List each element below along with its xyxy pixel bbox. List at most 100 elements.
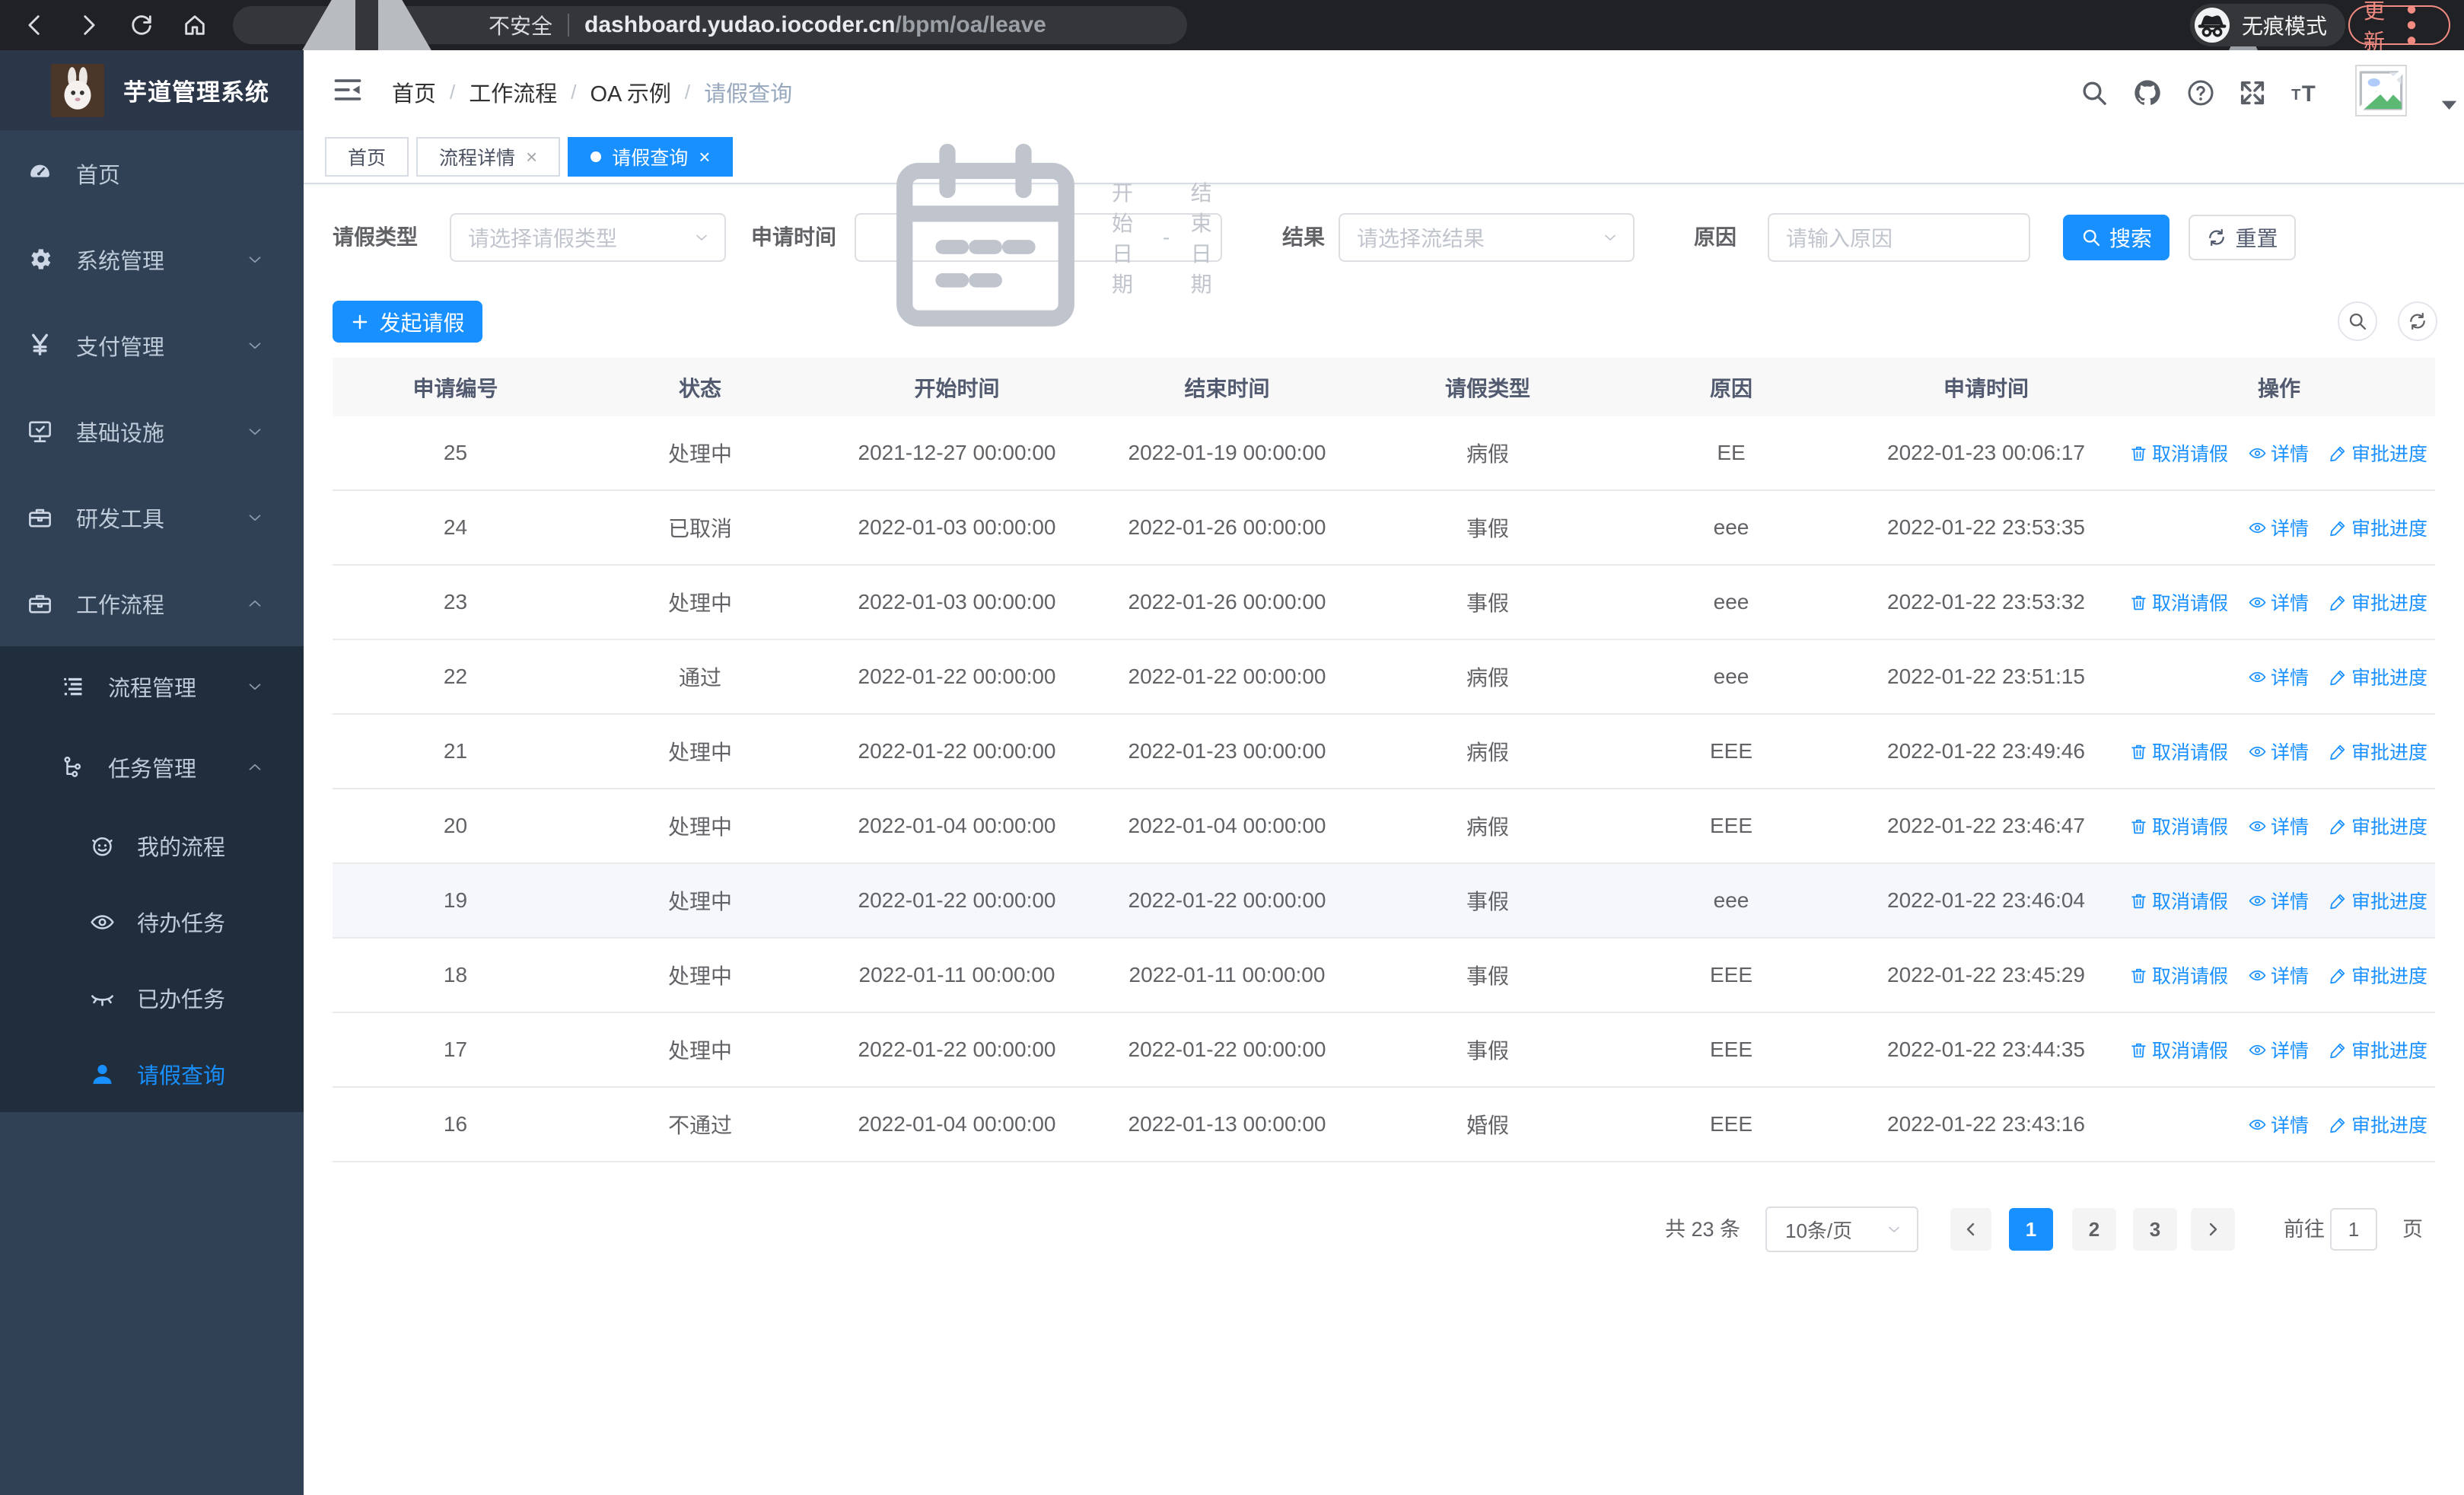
detail-link[interactable]: 详情 bbox=[2248, 1036, 2309, 1063]
table-header-row: 申请编号 状态 开始时间 结束时间 请假类型 原因 申请时间 操作 bbox=[333, 358, 2435, 416]
search-button[interactable]: 搜索 bbox=[2063, 215, 2170, 260]
detail-link[interactable]: 详情 bbox=[2248, 514, 2309, 541]
detail-link[interactable]: 详情 bbox=[2248, 439, 2309, 467]
tab-close-icon[interactable]: × bbox=[699, 147, 710, 167]
approval-progress-link[interactable]: 审批进度 bbox=[2329, 439, 2427, 467]
detail-link[interactable]: 详情 bbox=[2248, 588, 2309, 616]
cancel-leave-link[interactable]: 取消请假 bbox=[2129, 439, 2228, 467]
toggle-search-button[interactable] bbox=[2338, 301, 2377, 341]
result-select[interactable]: 请选择流结果 bbox=[1339, 213, 1635, 262]
back-icon[interactable] bbox=[17, 7, 53, 43]
incognito-icon bbox=[2195, 8, 2230, 43]
cell-start-time: 2021-12-27 00:00:00 bbox=[858, 441, 1056, 464]
reset-button[interactable]: 重置 bbox=[2189, 215, 2296, 260]
browser-menu-dots-icon[interactable] bbox=[2385, 0, 2438, 52]
sidebar-item-支付管理[interactable]: 支付管理 bbox=[0, 302, 304, 388]
detail-link[interactable]: 详情 bbox=[2248, 961, 2309, 989]
leave-type-select[interactable]: 请选择请假类型 bbox=[450, 213, 726, 262]
sidebar-item-请假查询[interactable]: 请假查询 bbox=[0, 1036, 304, 1112]
search-icon[interactable] bbox=[2077, 75, 2112, 110]
font-size-icon[interactable]: TT bbox=[2287, 75, 2322, 110]
tab-label: 请假查询 bbox=[612, 148, 689, 169]
sidebar-item-label: 请假查询 bbox=[137, 1064, 226, 1089]
cell-apply-time: 2022-01-22 23:43:16 bbox=[1887, 1112, 2085, 1136]
help-icon[interactable] bbox=[2183, 75, 2218, 110]
pagination: 共 23 条 10条/页 123 前往 1 页 bbox=[304, 1205, 2464, 1254]
avatar-caret-icon[interactable] bbox=[2434, 90, 2464, 120]
range-separator: - bbox=[1162, 225, 1170, 249]
tab-close-icon[interactable]: × bbox=[526, 147, 537, 167]
sidebar-item-任务管理[interactable]: 任务管理 bbox=[0, 727, 304, 808]
cell-status: 处理中 bbox=[667, 442, 732, 466]
cancel-leave-link[interactable]: 取消请假 bbox=[2129, 887, 2228, 914]
tab-请假查询[interactable]: 请假查询 × bbox=[568, 137, 734, 177]
approval-progress-link[interactable]: 审批进度 bbox=[2329, 663, 2427, 690]
detail-link[interactable]: 详情 bbox=[2248, 1111, 2309, 1138]
main-area: 首页 / 工作流程 / OA 示例 / 请假查询 TT 首页 流程详情 × 请假查询 × 请假类型 … bbox=[304, 50, 2464, 1495]
column-header-开始时间: 开始时间 bbox=[914, 376, 1000, 400]
fullscreen-icon[interactable] bbox=[2235, 75, 2270, 110]
sidebar-item-label: 流程管理 bbox=[108, 677, 197, 701]
create-leave-button[interactable]: 发起请假 bbox=[333, 301, 482, 343]
sidebar-item-待办任务[interactable]: 待办任务 bbox=[0, 884, 304, 960]
next-page-button[interactable] bbox=[2191, 1208, 2235, 1251]
approval-progress-link[interactable]: 审批进度 bbox=[2329, 1111, 2427, 1138]
cancel-leave-link[interactable]: 取消请假 bbox=[2129, 961, 2228, 989]
apply-time-range-picker[interactable]: 开始日期 - 结束日期 bbox=[855, 143, 1222, 327]
list-icon bbox=[56, 674, 90, 700]
approval-progress-link[interactable]: 审批进度 bbox=[2329, 961, 2427, 989]
detail-link[interactable]: 详情 bbox=[2248, 663, 2309, 690]
github-icon[interactable] bbox=[2130, 75, 2165, 110]
cancel-leave-link[interactable]: 取消请假 bbox=[2129, 812, 2228, 840]
approval-progress-link[interactable]: 审批进度 bbox=[2329, 887, 2427, 914]
home-icon[interactable] bbox=[177, 7, 213, 43]
goto-page-input[interactable]: 1 bbox=[2330, 1208, 2377, 1251]
cancel-leave-link[interactable]: 取消请假 bbox=[2129, 738, 2228, 765]
cell-start-time: 2022-01-03 00:00:00 bbox=[858, 590, 1056, 614]
breadcrumb-item[interactable]: 工作流程 bbox=[469, 76, 557, 108]
table-row: 20 处理中 2022-01-04 00:00:00 2022-01-04 00:00… bbox=[333, 789, 2435, 864]
breadcrumb-item[interactable]: OA 示例 bbox=[591, 76, 671, 108]
detail-link[interactable]: 详情 bbox=[2248, 738, 2309, 765]
reason-input[interactable]: 请输入原因 bbox=[1768, 213, 2030, 262]
cell-actions: 详情 审批进度 bbox=[2123, 1111, 2435, 1138]
sidebar-item-label: 待办任务 bbox=[137, 912, 226, 936]
approval-progress-link[interactable]: 审批进度 bbox=[2329, 588, 2427, 616]
sidebar-collapse-icon[interactable] bbox=[331, 73, 365, 107]
sidebar-item-基础设施[interactable]: 基础设施 bbox=[0, 388, 304, 474]
sidebar-item-流程管理[interactable]: 流程管理 bbox=[0, 646, 304, 727]
approval-progress-link[interactable]: 审批进度 bbox=[2329, 738, 2427, 765]
page-button-2[interactable]: 2 bbox=[2072, 1208, 2116, 1251]
forward-icon[interactable] bbox=[70, 7, 107, 43]
reload-icon[interactable] bbox=[123, 7, 160, 43]
briefcase-icon bbox=[23, 590, 56, 617]
refresh-table-button[interactable] bbox=[2398, 301, 2437, 341]
detail-link[interactable]: 详情 bbox=[2248, 812, 2309, 840]
breadcrumb-item[interactable]: 首页 bbox=[392, 76, 436, 108]
sidebar-item-研发工具[interactable]: 研发工具 bbox=[0, 474, 304, 560]
cell-actions: 取消请假 详情 审批进度 bbox=[2123, 738, 2435, 765]
cell-reason: eee bbox=[1713, 665, 1749, 688]
avatar[interactable] bbox=[2355, 65, 2407, 116]
page-button-3[interactable]: 3 bbox=[2133, 1208, 2177, 1251]
tab-首页[interactable]: 首页 bbox=[325, 137, 409, 177]
sidebar-item-工作流程[interactable]: 工作流程 bbox=[0, 560, 304, 646]
eye-icon bbox=[2248, 518, 2267, 537]
address-bar[interactable]: 不安全 dashboard.yudao.iocoder.cn/bpm/oa/le… bbox=[233, 0, 1187, 107]
sidebar-item-首页[interactable]: 首页 bbox=[0, 130, 304, 216]
cancel-leave-link[interactable]: 取消请假 bbox=[2129, 588, 2228, 616]
page-button-1[interactable]: 1 bbox=[2009, 1208, 2053, 1251]
detail-link[interactable]: 详情 bbox=[2248, 887, 2309, 914]
tab-label: 流程详情 bbox=[439, 148, 516, 169]
browser-update-button[interactable]: 更新 bbox=[2348, 0, 2450, 53]
approval-progress-link[interactable]: 审批进度 bbox=[2329, 1036, 2427, 1063]
approval-progress-link[interactable]: 审批进度 bbox=[2329, 812, 2427, 840]
approval-progress-link[interactable]: 审批进度 bbox=[2329, 514, 2427, 541]
tab-流程详情[interactable]: 流程详情 × bbox=[416, 137, 561, 177]
page-unit-label: 页 bbox=[2402, 1218, 2423, 1241]
column-header-申请时间: 申请时间 bbox=[1943, 376, 2029, 400]
cancel-leave-link[interactable]: 取消请假 bbox=[2129, 1036, 2228, 1063]
sidebar-item-已办任务[interactable]: 已办任务 bbox=[0, 960, 304, 1036]
sidebar-item-我的流程[interactable]: 我的流程 bbox=[0, 808, 304, 884]
sidebar-item-系统管理[interactable]: 系统管理 bbox=[0, 216, 304, 302]
